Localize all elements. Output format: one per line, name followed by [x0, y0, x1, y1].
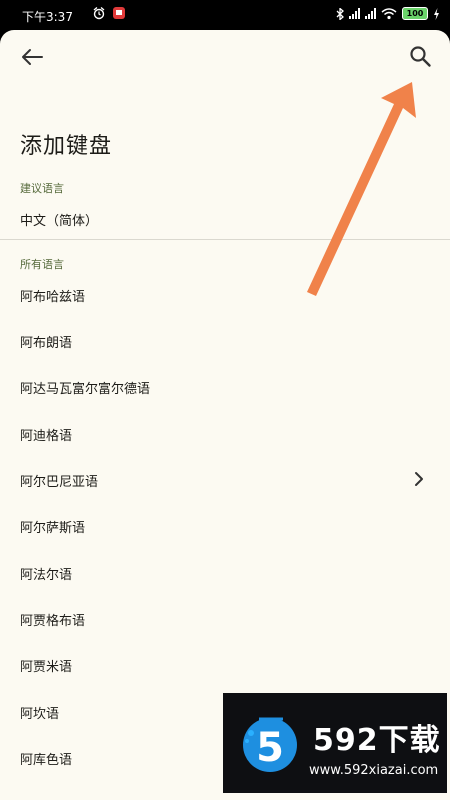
- language-item[interactable]: 阿迪格语: [20, 425, 72, 444]
- status-right-icons: 100: [336, 7, 440, 20]
- language-item[interactable]: 阿法尔语: [20, 564, 72, 583]
- language-item[interactable]: 阿坎语: [20, 703, 59, 722]
- language-item-chinese-simplified[interactable]: 中文（简体）: [20, 210, 98, 229]
- watermark-url: www.592xiazai.com: [309, 763, 439, 778]
- divider: [0, 239, 450, 240]
- search-icon[interactable]: [408, 44, 434, 70]
- bluetooth-icon: [336, 7, 344, 20]
- signal-icon: [365, 8, 376, 19]
- chevron-right-icon[interactable]: [412, 470, 426, 488]
- watermark: 5 592下载 www.592xiazai.com: [223, 693, 447, 793]
- language-item[interactable]: 阿尔萨斯语: [20, 517, 85, 536]
- status-time: 下午3:37: [22, 10, 73, 24]
- status-notification-icons: [92, 6, 126, 20]
- all-languages-label: 所有语言: [20, 258, 64, 271]
- language-item[interactable]: 阿库色语: [20, 749, 72, 768]
- status-bar: 下午3:37 100: [0, 0, 450, 30]
- add-keyboard-screen: 添加键盘 建议语言 中文（简体） 所有语言 阿布哈兹语 阿布朗语 阿达马瓦富尔富…: [0, 30, 450, 800]
- arrow-left-icon[interactable]: [18, 44, 46, 70]
- charging-icon: [434, 7, 439, 20]
- battery-icon: 100: [402, 7, 428, 20]
- page-title: 添加键盘: [20, 134, 113, 159]
- wifi-icon: [381, 7, 397, 19]
- watermark-brand: 592下载: [313, 723, 441, 758]
- signal-icon: [349, 8, 360, 19]
- svg-text:5: 5: [256, 725, 284, 771]
- language-item[interactable]: 阿达马瓦富尔富尔德语: [20, 378, 150, 397]
- notification-icon: [93, 6, 105, 20]
- app-notification-icon: [113, 7, 125, 19]
- language-item[interactable]: 阿尔巴尼亚语: [20, 471, 98, 490]
- language-item[interactable]: 阿布朗语: [20, 332, 72, 351]
- language-item[interactable]: 阿贾格布语: [20, 610, 85, 629]
- watermark-logo: 5: [241, 711, 299, 777]
- suggested-languages-label: 建议语言: [20, 182, 64, 195]
- language-item[interactable]: 阿贾米语: [20, 656, 72, 675]
- language-item[interactable]: 阿布哈兹语: [20, 286, 85, 305]
